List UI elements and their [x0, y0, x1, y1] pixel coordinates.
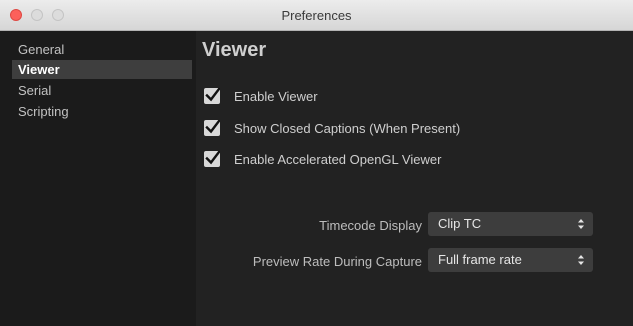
dropdown-arrows-icon	[578, 219, 584, 229]
title-bar[interactable]: Preferences	[0, 0, 633, 31]
preview-rate-select[interactable]: Full frame rate	[428, 248, 593, 272]
enable-accelerated-opengl-option[interactable]: Enable Accelerated OpenGL Viewer	[204, 149, 441, 169]
viewer-panel: Viewer Enable Viewer Show Closed Caption…	[196, 31, 633, 326]
sidebar-item-scripting[interactable]: Scripting	[14, 102, 194, 121]
preview-rate-value: Full frame rate	[438, 252, 522, 267]
enable-viewer-label: Enable Viewer	[234, 88, 318, 104]
show-closed-captions-label: Show Closed Captions (When Present)	[234, 120, 461, 136]
timecode-display-label: Timecode Display	[319, 218, 422, 233]
checkmark-icon	[205, 120, 220, 134]
checkmark-icon	[205, 151, 220, 165]
sidebar-item-general[interactable]: General	[14, 40, 194, 59]
enable-viewer-option[interactable]: Enable Viewer	[204, 86, 318, 106]
checkmark-icon	[205, 88, 220, 102]
enable-accelerated-opengl-checkbox[interactable]	[204, 151, 220, 167]
enable-accelerated-opengl-label: Enable Accelerated OpenGL Viewer	[234, 151, 442, 167]
show-closed-captions-checkbox[interactable]	[204, 120, 220, 136]
window-title: Preferences	[281, 8, 352, 23]
timecode-display-value: Clip TC	[438, 216, 482, 231]
sidebar-item-viewer[interactable]: Viewer	[12, 60, 192, 79]
enable-viewer-checkbox[interactable]	[204, 88, 220, 104]
sidebar: General Viewer Serial Scripting	[0, 31, 196, 326]
timecode-display-select[interactable]: Clip TC	[428, 212, 593, 236]
sidebar-item-serial[interactable]: Serial	[14, 81, 194, 100]
page-title: Viewer	[202, 39, 267, 61]
dropdown-arrows-icon	[578, 255, 584, 265]
show-closed-captions-option[interactable]: Show Closed Captions (When Present)	[204, 118, 460, 138]
preferences-window: Preferences General Viewer Serial Script…	[0, 0, 633, 326]
preview-rate-label: Preview Rate During Capture	[252, 254, 422, 269]
